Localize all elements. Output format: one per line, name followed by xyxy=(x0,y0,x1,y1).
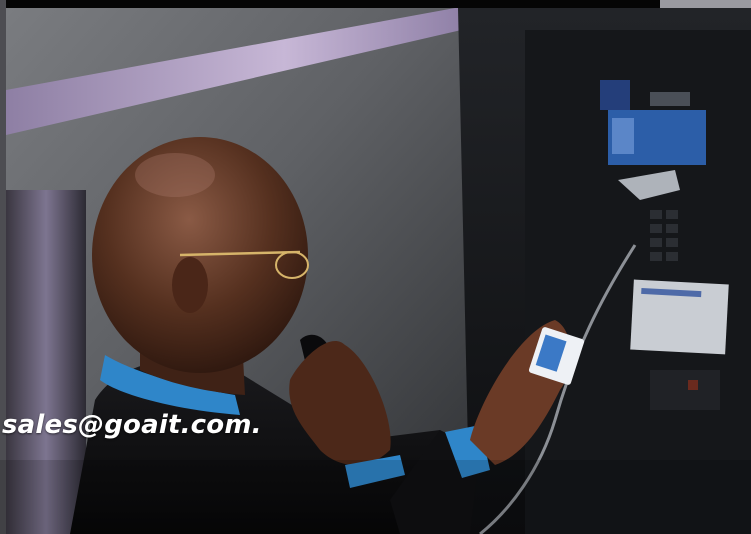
phone-slot xyxy=(650,92,690,106)
phone-indicator xyxy=(688,380,698,390)
phone-lower-box xyxy=(650,370,720,410)
top-strip-light xyxy=(660,0,751,8)
email-text: sales@goait.com. xyxy=(2,410,262,440)
left-edge xyxy=(0,0,6,534)
ear xyxy=(172,257,208,313)
top-strip xyxy=(0,0,660,8)
head-highlight xyxy=(135,153,215,197)
phone-sign-glare xyxy=(612,118,634,154)
bottom-shadow xyxy=(0,460,751,534)
photo-artwork xyxy=(0,0,751,534)
payphone-photo: sales@goait.com. xyxy=(0,0,751,534)
phone-sign-top xyxy=(600,80,630,110)
